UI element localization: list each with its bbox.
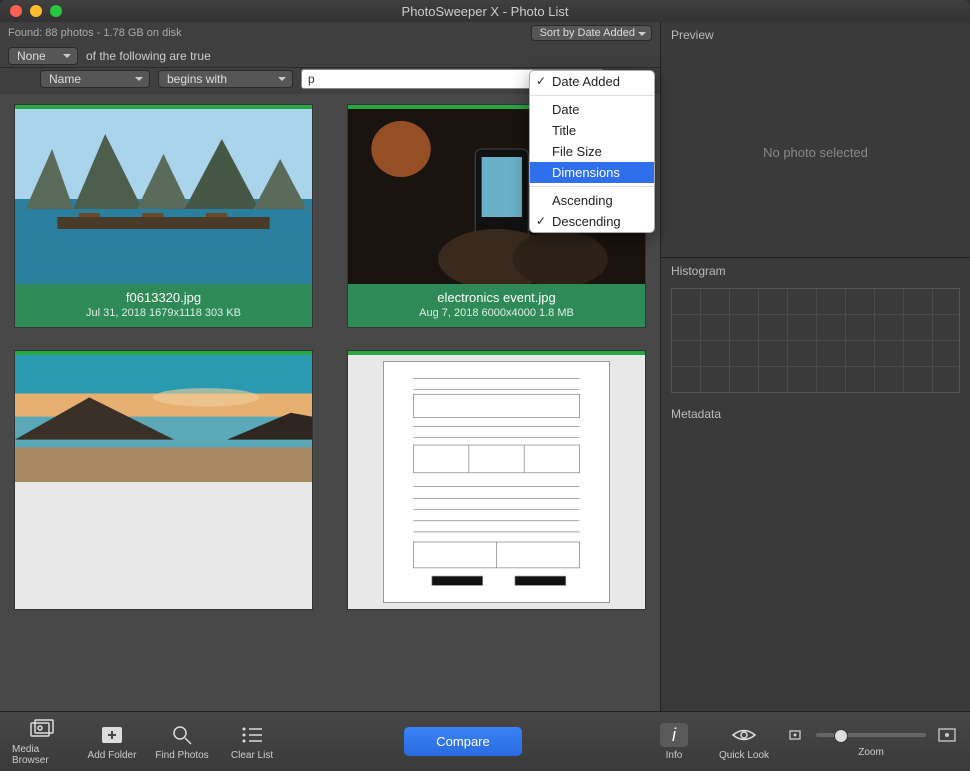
media-browser-button[interactable]: Media Browser <box>12 717 72 766</box>
compare-label: Compare <box>436 734 489 749</box>
sort-menu-item[interactable]: Title <box>530 120 654 141</box>
info-icon: i <box>664 725 684 745</box>
menu-item-label: Date Added <box>552 74 620 89</box>
svg-text:i: i <box>672 725 677 745</box>
menu-item-label: Descending <box>552 214 621 229</box>
filter-scope-label: None <box>17 49 46 63</box>
sort-menu: Date Added Date Title File Size Dimensio… <box>529 70 655 233</box>
search-icon <box>171 724 193 746</box>
status-found: Found: 88 photos - 1.78 GB on disk <box>8 27 182 39</box>
clear-list-icon <box>240 725 264 745</box>
titlebar: PhotoSweeper X - Photo List <box>0 0 970 22</box>
compare-button[interactable]: Compare <box>404 727 521 756</box>
info-button[interactable]: i Info <box>644 723 704 761</box>
inspector-pane: Preview No photo selected Histogram Meta… <box>660 22 970 711</box>
histogram-title: Histogram <box>661 258 970 284</box>
sort-menu-item[interactable]: File Size <box>530 141 654 162</box>
photo-card[interactable] <box>14 350 313 610</box>
sort-menu-item[interactable]: Dimensions <box>530 162 654 183</box>
thumbnail-image <box>15 109 312 284</box>
quick-look-button[interactable]: Quick Look <box>714 723 774 761</box>
menu-item-label: Date <box>552 102 579 117</box>
photo-filename: electronics event.jpg <box>352 290 641 305</box>
sort-menu-item[interactable]: Date <box>530 99 654 120</box>
toolbar-label: Quick Look <box>719 750 769 761</box>
zoom-small-icon[interactable] <box>784 726 806 744</box>
toolbar-label: Media Browser <box>12 744 72 766</box>
thumbnail-image <box>15 355 312 482</box>
add-folder-button[interactable]: Add Folder <box>82 723 142 761</box>
window-title: PhotoSweeper X - Photo List <box>0 4 970 19</box>
zoom-slider[interactable] <box>816 733 926 737</box>
find-photos-button[interactable]: Find Photos <box>152 723 212 761</box>
toolbar: Media Browser Add Folder Find Photos Cle… <box>0 711 970 771</box>
photo-filename: f0613320.jpg <box>19 290 308 305</box>
filter-op-label: begins with <box>167 72 227 86</box>
photo-card[interactable] <box>347 350 646 610</box>
toolbar-label: Add Folder <box>88 750 137 761</box>
toolbar-label: Zoom <box>858 747 884 758</box>
sort-button[interactable]: Sort by Date Added <box>531 25 652 41</box>
filter-scope-suffix: of the following are true <box>86 49 211 63</box>
minimize-icon[interactable] <box>30 5 42 17</box>
sort-menu-item[interactable]: Descending <box>530 211 654 232</box>
window-controls <box>0 5 62 17</box>
preview-placeholder: No photo selected <box>763 145 868 160</box>
photo-card[interactable]: f0613320.jpg Jul 31, 2018 1679x1118 303 … <box>14 104 313 328</box>
preview-box: No photo selected <box>661 48 970 258</box>
menu-item-label: Dimensions <box>552 165 620 180</box>
maximize-icon[interactable] <box>50 5 62 17</box>
zoom-control <box>784 726 958 744</box>
thumbnail-image <box>383 361 610 603</box>
filter-field-select[interactable]: Name <box>40 70 150 88</box>
metadata-title: Metadata <box>661 401 970 427</box>
filter-field-label: Name <box>49 72 81 86</box>
photo-list-pane: Found: 88 photos - 1.78 GB on disk Sort … <box>0 22 660 711</box>
histogram-box <box>671 288 960 393</box>
close-icon[interactable] <box>10 5 22 17</box>
toolbar-label: Find Photos <box>155 750 208 761</box>
clear-list-button[interactable]: Clear List <box>222 723 282 761</box>
photo-meta: Aug 7, 2018 6000x4000 1.8 MB <box>352 307 641 319</box>
menu-item-label: Title <box>552 123 576 138</box>
sort-button-label: Sort by Date Added <box>540 27 635 39</box>
folder-plus-icon <box>100 725 124 745</box>
photo-meta: Jul 31, 2018 1679x1118 303 KB <box>19 307 308 319</box>
menu-item-label: File Size <box>552 144 602 159</box>
metadata-box <box>661 427 970 711</box>
eye-icon <box>731 726 757 744</box>
compare-wrap: Compare <box>404 727 521 756</box>
menu-item-label: Ascending <box>552 193 613 208</box>
photos-stack-icon <box>29 719 55 739</box>
toolbar-label: Info <box>666 750 683 761</box>
sort-menu-item[interactable]: Date Added <box>530 71 654 92</box>
toolbar-label: Clear List <box>231 750 273 761</box>
filter-op-select[interactable]: begins with <box>158 70 293 88</box>
sort-menu-item[interactable]: Ascending <box>530 190 654 211</box>
filter-scope-select[interactable]: None <box>8 47 78 65</box>
zoom-large-icon[interactable] <box>936 726 958 744</box>
preview-title: Preview <box>661 22 970 48</box>
